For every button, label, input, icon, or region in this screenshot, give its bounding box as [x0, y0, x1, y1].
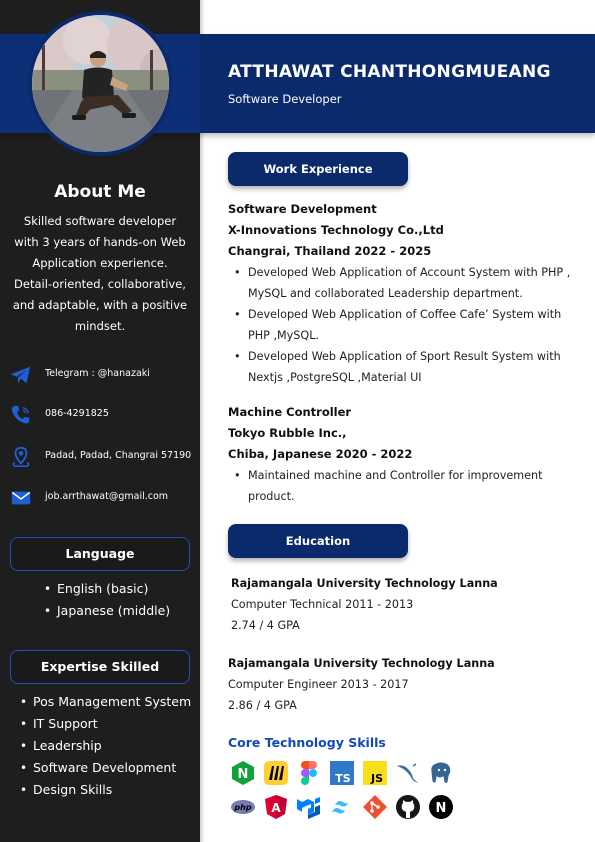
expertise-list: Pos Management System IT Support Leaders…	[20, 691, 191, 801]
svg-text:TS: TS	[335, 772, 351, 785]
miro-icon	[264, 761, 288, 785]
svg-text:N: N	[238, 767, 249, 782]
job-bullets: Maintained machine and Controller for im…	[232, 465, 572, 507]
figma-icon	[301, 761, 317, 785]
language-heading: Language	[10, 537, 190, 571]
php-icon: php	[231, 800, 255, 814]
education-school: Rajamangala University Technology Lanna	[228, 657, 495, 670]
job-bullet: Developed Web Application of Coffee Cafe…	[232, 304, 572, 346]
education-course: Computer Technical 2011 - 2013	[231, 598, 414, 611]
job-company: Tokyo Rubble Inc.,	[228, 426, 347, 440]
job-title: Software Development	[228, 202, 377, 216]
typescript-icon: TS	[330, 761, 354, 785]
svg-text:php: php	[233, 803, 251, 812]
education-gpa: 2.74 / 4 GPA	[231, 619, 300, 632]
expertise-item: Leadership	[20, 735, 191, 757]
postgresql-icon	[430, 761, 452, 784]
education-gpa: 2.86 / 4 GPA	[228, 699, 297, 712]
contact-phone[interactable]: 086-4291825	[10, 404, 200, 428]
git-icon	[363, 795, 387, 819]
language-item: English (basic)	[44, 578, 170, 600]
job-location-dates: Chiba, Japanese 2020 - 2022	[228, 447, 413, 461]
about-text: Skilled software developer with 3 years …	[12, 214, 188, 333]
expertise-item: IT Support	[20, 713, 191, 735]
expertise-heading: Expertise Skilled	[10, 650, 190, 684]
contact-telegram[interactable]: Telegram : @hanazaki	[10, 364, 200, 388]
job-bullets: Developed Web Application of Account Sys…	[232, 262, 572, 388]
expertise-item: Design Skills	[20, 779, 191, 801]
contact-phone-text: 086-4291825	[45, 408, 109, 419]
expertise-item: Software Development	[20, 757, 191, 779]
job-title: Machine Controller	[228, 405, 352, 419]
language-item: Japanese (middle)	[44, 600, 170, 622]
skills-title: Core Technology Skills	[228, 735, 386, 750]
contact-telegram-text: Telegram : @hanazaki	[45, 368, 150, 379]
telegram-icon	[10, 366, 31, 384]
avatar-photo	[32, 15, 169, 152]
education-heading: Education	[228, 524, 408, 558]
nginx-icon: N	[232, 761, 254, 785]
job-bullet: Maintained machine and Controller for im…	[232, 465, 572, 507]
svg-text:N: N	[436, 801, 447, 816]
job-company: X-Innovations Technology Co.,Ltd	[228, 223, 444, 237]
about-title: About Me	[54, 182, 146, 202]
education-school: Rajamangala University Technology Lanna	[231, 577, 498, 590]
javascript-icon: JS	[363, 761, 387, 785]
job-bullet: Developed Web Application of Sport Resul…	[232, 346, 572, 388]
mysql-icon	[397, 763, 419, 783]
job-bullet: Developed Web Application of Account Sys…	[232, 262, 572, 304]
svg-text:A: A	[271, 801, 281, 815]
education-course: Computer Engineer 2013 - 2017	[228, 678, 409, 691]
nextjs-icon: N	[429, 795, 453, 819]
location-icon	[12, 446, 30, 467]
svg-text:JS: JS	[370, 772, 383, 785]
candidate-name: ATTHAWAT CHANTHONGMUEANG	[228, 62, 551, 82]
tailwind-icon	[332, 801, 348, 814]
contact-location-text: Padad, Padad, Changrai 57190	[45, 450, 192, 461]
mui-icon	[297, 797, 320, 819]
language-list: English (basic) Japanese (middle)	[44, 578, 170, 622]
contact-email-text: job.arrthawat@gmail.com	[45, 491, 169, 502]
candidate-role: Software Developer	[228, 92, 342, 106]
contact-location[interactable]: Padad, Padad, Changrai 57190	[10, 446, 200, 470]
work-experience-heading: Work Experience	[228, 152, 408, 186]
expertise-item: Pos Management System	[20, 691, 191, 713]
angular-icon: A	[265, 795, 287, 819]
email-icon	[11, 491, 31, 505]
github-icon	[396, 795, 420, 819]
avatar	[28, 11, 173, 156]
contact-email[interactable]: job.arrthawat@gmail.com	[10, 487, 200, 511]
job-location-dates: Changrai, Thailand 2022 - 2025	[228, 244, 432, 258]
phone-icon	[11, 405, 30, 424]
